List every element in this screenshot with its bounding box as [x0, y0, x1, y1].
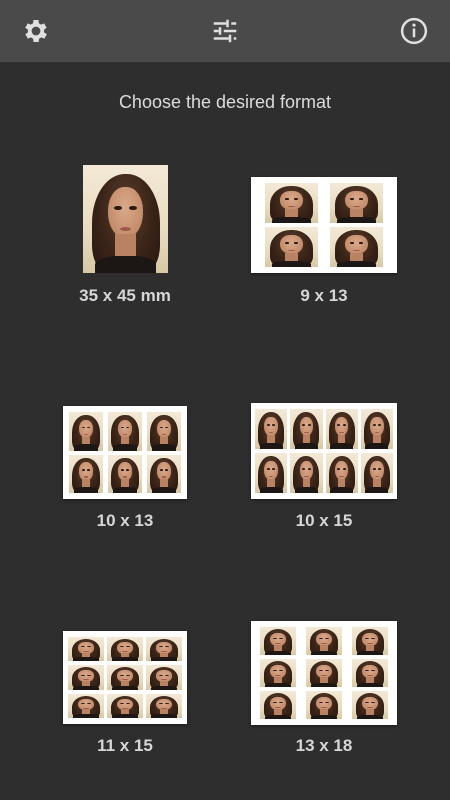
format-9x13[interactable]: 9 x 13 — [250, 176, 398, 310]
sliders-icon — [213, 19, 237, 43]
portrait-thumbnail — [330, 227, 383, 267]
format-label: 9 x 13 — [300, 286, 348, 305]
photo-sheet — [251, 177, 397, 273]
portrait-thumbnail — [325, 409, 358, 449]
portrait-thumbnail — [147, 454, 181, 493]
format-35x45mm[interactable]: 35 x 45 mm — [62, 165, 188, 310]
portrait-thumbnail — [360, 409, 393, 449]
format-label: 10 x 15 — [295, 511, 353, 530]
portrait-thumbnail — [146, 693, 182, 718]
portrait-thumbnail — [146, 637, 182, 662]
info-button[interactable] — [394, 11, 434, 51]
format-label: 11 x 15 — [97, 736, 153, 755]
portrait-thumbnail — [330, 183, 383, 223]
top-toolbar — [0, 0, 450, 62]
format-label: 10 x 13 — [96, 511, 154, 530]
portrait-thumbnail — [260, 627, 296, 655]
portrait-thumbnail — [325, 453, 358, 493]
portrait-thumbnail — [360, 453, 393, 493]
settings-button[interactable] — [16, 11, 56, 51]
portrait-photo — [83, 165, 168, 273]
portrait-thumbnail — [255, 409, 288, 449]
portrait-thumbnail — [107, 665, 143, 690]
photo-sheet — [251, 621, 397, 725]
portrait-thumbnail — [352, 659, 388, 687]
photo-sheet — [63, 406, 187, 499]
portrait-thumbnail — [108, 454, 142, 493]
portrait-thumbnail — [260, 659, 296, 687]
format-11x15[interactable]: 11 x 15 — [62, 630, 188, 760]
format-10x13[interactable]: 10 x 13 — [62, 405, 188, 535]
portrait-thumbnail — [68, 637, 104, 662]
format-13x18[interactable]: 13 x 18 — [250, 620, 398, 760]
portrait-thumbnail — [69, 454, 103, 493]
info-icon — [400, 17, 428, 45]
portrait-thumbnail — [147, 412, 181, 451]
portrait-thumbnail — [255, 453, 288, 493]
portrait-thumbnail — [352, 691, 388, 719]
format-label: 13 x 18 — [295, 736, 353, 755]
gear-icon — [25, 20, 47, 42]
page-title: Choose the desired format — [118, 92, 332, 112]
portrait-thumbnail — [68, 665, 104, 690]
portrait-thumbnail — [260, 691, 296, 719]
format-10x15[interactable]: 10 x 15 — [250, 402, 398, 535]
photo-sheet — [251, 403, 397, 499]
photo-sheet — [63, 631, 187, 724]
portrait-thumbnail — [290, 409, 323, 449]
portrait-thumbnail — [68, 693, 104, 718]
portrait-thumbnail — [69, 412, 103, 451]
portrait-thumbnail — [107, 693, 143, 718]
format-label: 35 x 45 mm — [79, 286, 171, 305]
portrait-thumbnail — [352, 627, 388, 655]
portrait-thumbnail — [306, 627, 342, 655]
portrait-thumbnail — [306, 691, 342, 719]
portrait-thumbnail — [265, 227, 318, 267]
portrait-thumbnail — [306, 659, 342, 687]
adjust-button[interactable] — [205, 11, 245, 51]
portrait-thumbnail — [108, 412, 142, 451]
portrait-thumbnail — [146, 665, 182, 690]
portrait-thumbnail — [107, 637, 143, 662]
portrait-thumbnail — [290, 453, 323, 493]
portrait-thumbnail — [265, 183, 318, 223]
